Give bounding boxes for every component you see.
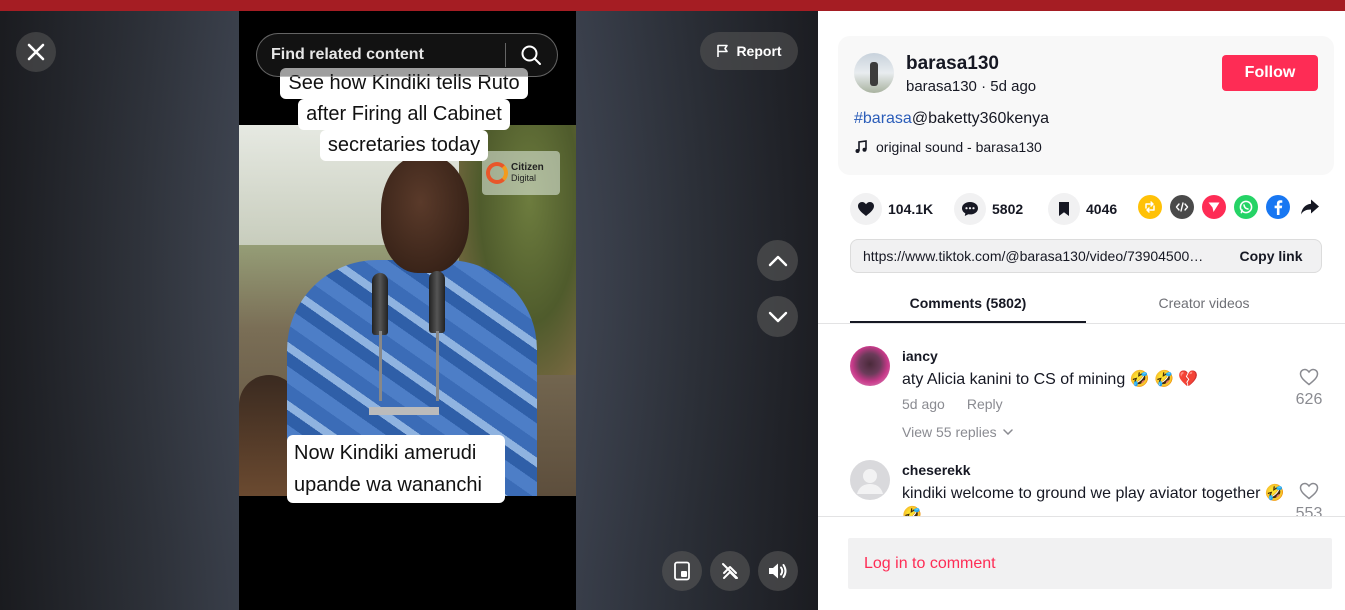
link-box: https://www.tiktok.com/@barasa130/video/… [850,239,1322,273]
facebook-share-button[interactable] [1266,195,1290,219]
sound-label: original sound - barasa130 [876,139,1042,155]
blurred-backdrop-left [0,11,239,610]
sound-link[interactable]: original sound - barasa130 [854,139,1042,155]
send-to-friends-icon [1208,202,1220,212]
action-bar: 104.1K 5802 4046 [850,193,1322,225]
tab-creator-videos[interactable]: Creator videos [1086,287,1322,323]
next-video-button[interactable] [757,296,798,337]
hashtag-link[interactable]: #barasa [854,110,912,127]
commenter-avatar[interactable] [850,346,890,386]
share-arrow-icon [1301,199,1319,215]
comment-like-count: 626 [1295,391,1323,408]
comment-icon [962,202,978,216]
whatsapp-share-button[interactable] [1234,195,1258,219]
comment-item: iancy aty Alicia kanini to CS of mining … [850,346,1322,456]
comment-time: 5d ago [902,396,945,412]
related-search-bar [256,33,558,77]
comment-count: 5802 [992,201,1024,217]
close-icon [27,43,45,61]
video-description: #barasa@baketty360kenya [854,110,1049,128]
copy-link-button[interactable]: Copy link [1221,248,1321,264]
follow-button[interactable]: Follow [1222,55,1318,91]
commenter-name[interactable]: iancy [902,348,938,364]
author-handle[interactable]: barasa130 [906,78,977,95]
whatsapp-icon [1239,200,1253,214]
post-time: 5d ago [990,78,1037,95]
autoscroll-off-icon [722,563,738,579]
video-stage: Citizen Digital See how Kindiki tells Rut… [0,11,818,610]
comment-button[interactable]: 5802 [954,193,1023,225]
top-strip [0,0,1345,11]
video-url[interactable]: https://www.tiktok.com/@barasa130/video/… [851,248,1221,264]
floating-player-icon [674,561,690,581]
embed-button[interactable] [1170,195,1194,219]
comment-like-count: 553 [1295,505,1323,516]
video-caption-top: See how Kindiki tells Ruto after Firing … [269,68,539,161]
like-button[interactable]: 104.1K [850,193,933,225]
author-username[interactable]: barasa130 [906,53,999,75]
video-info-card: barasa130 barasa130 · 5d ago Follow #bar… [838,36,1334,175]
flag-icon [717,44,729,57]
mention-text: @baketty360kenya [911,110,1050,127]
panel-tabs: Comments (5802) Creator videos [850,287,1322,323]
view-replies-button[interactable]: View 55 replies [902,424,1013,440]
comment-meta: 5d ago Reply [902,396,1003,412]
author-meta: barasa130 · 5d ago [906,78,1037,95]
author-avatar[interactable] [854,53,894,93]
comment-list[interactable]: iancy aty Alicia kanini to CS of mining … [818,324,1345,516]
chevron-up-icon [768,255,787,266]
report-label: Report [736,43,782,59]
search-icon [521,45,541,65]
previous-video-button[interactable] [757,240,798,281]
heart-outline-icon [1299,482,1319,500]
send-to-friends-button[interactable] [1202,195,1226,219]
heart-outline-icon [1299,368,1319,386]
login-to-comment-button[interactable]: Log in to comment [848,538,1332,589]
autoscroll-button[interactable] [710,551,750,591]
search-button[interactable] [506,33,556,77]
comment-like-button[interactable]: 626 [1290,368,1328,409]
more-share-button[interactable] [1298,195,1322,219]
comment-like-button[interactable]: 553 [1290,482,1328,516]
save-button[interactable]: 4046 [1048,193,1117,225]
watermark-mark-icon [486,162,508,184]
commenter-avatar[interactable] [850,460,890,500]
login-divider [818,516,1345,517]
details-panel: barasa130 barasa130 · 5d ago Follow #bar… [818,11,1345,610]
commenter-name[interactable]: cheserekk [902,462,971,478]
embed-icon [1175,202,1189,212]
comment-text: kindiki welcome to ground we play aviato… [902,485,1285,516]
facebook-icon [1274,200,1283,215]
chevron-down-icon [768,311,787,322]
video-caption-bottom: Now Kindiki amerudi upande wa wananchi [287,435,505,503]
tab-comments[interactable]: Comments (5802) [850,287,1086,323]
repost-button[interactable] [1138,195,1162,219]
like-count: 104.1K [888,201,934,217]
repost-icon [1145,201,1155,213]
reply-button[interactable]: Reply [967,396,1003,412]
heart-icon [858,202,874,216]
default-avatar-icon [857,469,883,494]
save-count: 4046 [1086,201,1118,217]
chevron-down-icon [1002,429,1013,435]
report-button[interactable]: Report [700,32,798,70]
bookmark-icon [1059,202,1069,216]
music-note-icon [855,140,867,153]
video-player[interactable]: Citizen Digital See how Kindiki tells Rut… [239,11,576,610]
picture-in-picture-button[interactable] [662,551,702,591]
related-search-input[interactable] [257,46,505,64]
volume-button[interactable] [758,551,798,591]
comment-item: cheserekk kindiki welcome to ground we p… [850,460,1322,516]
comment-text: aty Alicia kanini to CS of mining 🤣 🤣 💔 [902,371,1199,388]
close-button[interactable] [16,32,56,72]
volume-icon [769,563,787,579]
